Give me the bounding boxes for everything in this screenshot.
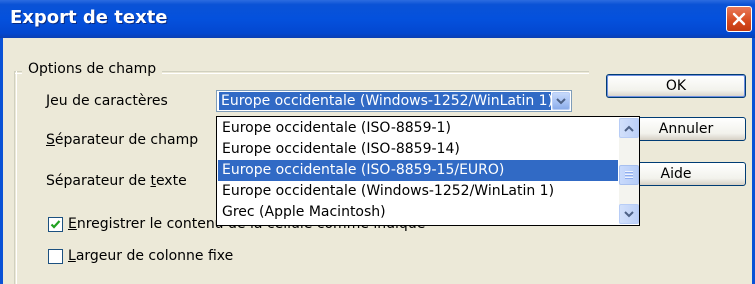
save-as-shown-checkbox[interactable] <box>48 217 63 232</box>
field-separator-label: Séparateur de champ <box>46 132 199 148</box>
text-separator-label: Séparateur de texte <box>46 173 187 189</box>
close-icon <box>732 12 746 26</box>
list-item[interactable]: Europe occidentale (ISO-8859-1) <box>218 118 618 139</box>
list-item[interactable]: Europe occidentale (ISO-8859-14) <box>218 139 618 160</box>
charset-combobox[interactable]: Europe occidentale (Windows-1252/WinLati… <box>216 90 572 112</box>
list-item[interactable]: Grec (Apple Macintosh) <box>218 202 618 223</box>
chevron-down-icon <box>624 211 634 218</box>
dropdown-scrollbar[interactable] <box>619 118 639 224</box>
checkmark-icon <box>50 220 61 229</box>
scrollbar-thumb[interactable] <box>619 165 639 185</box>
scroll-down-button[interactable] <box>619 204 639 224</box>
window-border-left <box>0 38 3 284</box>
list-item-selected[interactable]: Europe occidentale (ISO-8859-15/EURO) <box>218 160 618 181</box>
charset-combobox-value: Europe occidentale (Windows-1252/WinLati… <box>219 92 551 110</box>
charset-label: Jeu de caractères <box>46 93 168 109</box>
group-box-border-left <box>14 71 17 284</box>
fixed-width-label: Largeur de colonne fixe <box>68 248 234 264</box>
list-item[interactable]: Europe occidentale (Windows-1252/WinLati… <box>218 181 618 202</box>
charset-dropdown-button[interactable] <box>552 92 570 110</box>
group-label-field-options: Options de champ <box>22 61 163 77</box>
close-button[interactable] <box>726 6 752 32</box>
chevron-down-icon <box>556 98 566 105</box>
chevron-up-icon <box>624 125 634 132</box>
cancel-button-label: Annuler <box>658 121 714 137</box>
scroll-up-button[interactable] <box>619 118 639 138</box>
charset-dropdown-list[interactable]: Europe occidentale (ISO-8859-1) Europe o… <box>216 116 640 226</box>
title-bar: Export de texte <box>0 0 755 38</box>
ok-button[interactable]: OK <box>606 74 746 98</box>
fixed-width-checkbox[interactable] <box>48 249 63 264</box>
window-title: Export de texte <box>10 7 168 28</box>
